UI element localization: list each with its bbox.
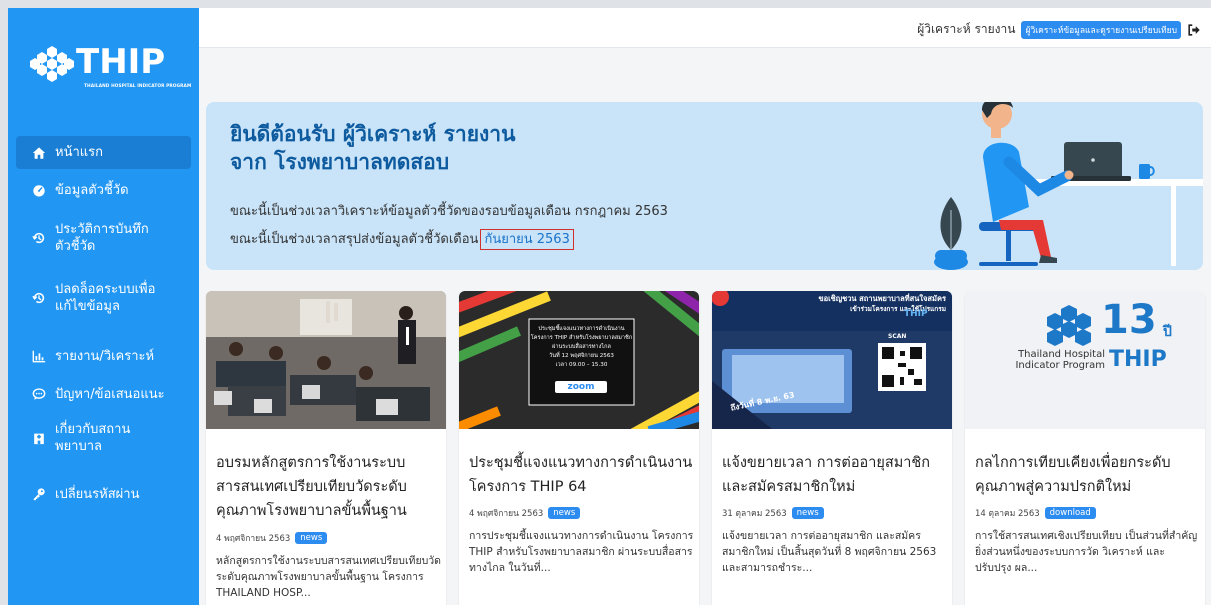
news-excerpt: แจ้งขยายเวลา การต่ออายุสมาชิก และสมัครสม…	[722, 530, 937, 574]
news-date: 14 ตุลาคม 2563	[975, 509, 1040, 519]
sidebar-item-label: รายงาน/วิเคราะห์	[55, 348, 155, 364]
announcement-line: วันที่ 12 พฤศจิกายน 2563	[549, 353, 614, 359]
sidebar-item-about-hospital[interactable]: เกี่ยวกับสถาน พยาบาล	[16, 420, 191, 456]
news-date: 4 พฤศจิกายน 2563	[469, 509, 544, 519]
user-name[interactable]: ผู้วิเคราะห์ รายงาน	[917, 20, 1015, 39]
hospital-icon	[32, 431, 46, 445]
poster-brand: THIP	[904, 309, 928, 319]
welcome-title-line2: จาก โรงพยาบาลทดสอบ	[230, 150, 450, 174]
news-tag: news	[295, 532, 328, 544]
person-at-laptop-illustration	[934, 102, 1203, 270]
news-card[interactable]: อบรมหลักสูตรการใช้งานระบบสารสนเทศเปรียบเ…	[206, 291, 446, 605]
comment-icon	[32, 387, 46, 401]
sidebar-item-indicators[interactable]: ข้อมูลตัวชี้วัด	[16, 175, 191, 205]
news-card[interactable]: 13 ปี Thailand Hospital Indicator Progra…	[965, 291, 1205, 605]
key-icon	[32, 487, 46, 501]
logo-text: THIP	[76, 42, 166, 82]
sidebar-item-history[interactable]: ประวัติการบันทึก ตัวชี้วัด	[16, 220, 191, 256]
sidebar-item-label: เกี่ยวกับสถาน พยาบาล	[55, 422, 131, 454]
zoom-logo: zoom	[567, 382, 595, 392]
poster-scan-label: SCAN	[888, 333, 907, 340]
sidebar-item-label: หน้าแรก	[55, 145, 103, 160]
news-excerpt: การใช้สารสนเทศเชิงเปรียบเทียบ เป็นส่วนที…	[975, 530, 1198, 574]
top-bar: ผู้วิเคราะห์ รายงาน ผู้วิเคราะห์ข้อมูลแล…	[199, 8, 1211, 48]
chart-icon	[32, 349, 46, 363]
role-badge: ผู้วิเคราะห์ข้อมูลและดูรายงานเปรียบเทียบ	[1021, 20, 1181, 39]
news-title[interactable]: กลไกการเทียบเคียงเพื่อยกระดับคุณภาพสู่คว…	[975, 451, 1199, 499]
news-date: 4 พฤศจิกายน 2563	[216, 534, 291, 544]
logout-icon[interactable]	[1187, 23, 1201, 37]
news-meta: 4 พฤศจิกายน 2563 news	[469, 506, 581, 520]
logo-subtitle: THAILAND HOSPITAL INDICATOR PROGRAM	[84, 84, 192, 89]
sidebar-item-label: ประวัติการบันทึก ตัวชี้วัด	[55, 222, 149, 254]
announcement-line: เวลา 09.00 – 15.30	[555, 362, 608, 368]
sidebar-item-label: ปลดล็อคระบบเพื่อ แก้ไขข้อมูล	[55, 282, 156, 314]
home-icon	[32, 146, 46, 160]
hexagon-logo-icon	[30, 46, 74, 82]
dashboard-icon	[32, 183, 46, 197]
news-card[interactable]: ประชุมชี้แจงแนวทางการดำเนินงาน โครงการ T…	[459, 291, 699, 605]
history-icon	[32, 291, 46, 305]
sidebar-item-unlock[interactable]: ปลดล็อคระบบเพื่อ แก้ไขข้อมูล	[16, 280, 191, 316]
sidebar-item-label: ข้อมูลตัวชี้วัด	[55, 182, 129, 198]
user-area: ผู้วิเคราะห์ รายงาน ผู้วิเคราะห์ข้อมูลแล…	[917, 20, 1201, 39]
news-title[interactable]: อบรมหลักสูตรการใช้งานระบบสารสนเทศเปรียบเ…	[216, 451, 440, 523]
poster-line: ขอเชิญชวน สถานพยาบาลที่สนใจสมัคร	[818, 294, 946, 303]
news-tag: download	[1044, 507, 1096, 519]
news-meta: 14 ตุลาคม 2563 download	[975, 506, 1096, 520]
announcement-line: โครงการ THIP สำหรับโรงพยาบาลสมาชิก	[530, 335, 633, 341]
announcement-text: ประชุมชี้แจงแนวทางการดำเนินงาน โครงการ T…	[529, 325, 634, 370]
main-content: ยินดีต้อนรับ ผู้วิเคราะห์ รายงาน จาก โรง…	[199, 48, 1211, 605]
submission-month-highlight: กันยายน 2563	[480, 229, 574, 250]
training-photo	[206, 291, 446, 429]
news-tag: news	[791, 507, 824, 519]
submission-period-prefix: ขณะนี้เป็นช่วงเวลาสรุปส่งข้อมูลตัวชี้วัด…	[230, 232, 479, 247]
thip-logo[interactable]: THIP THAILAND HOSPITAL INDICATOR PROGRAM	[30, 40, 192, 100]
analysis-period-text: ขณะนี้เป็นช่วงเวลาวิเคราะห์ข้อมูลตัวชี้ว…	[230, 204, 668, 219]
news-tag: news	[548, 507, 581, 519]
banner-program-name: Thailand Hospital Indicator Program	[1005, 349, 1105, 371]
submission-period-text: ขณะนี้เป็นช่วงเวลาสรุปส่งข้อมูลตัวชี้วัด…	[230, 228, 574, 250]
news-title[interactable]: ประชุมชี้แจงแนวทางการดำเนินงาน โครงการ T…	[469, 451, 693, 499]
banner-line: Indicator Program	[1015, 360, 1105, 371]
news-excerpt: การประชุมชี้แจงแนวทางการดำเนินงาน โครงกา…	[469, 530, 694, 574]
news-excerpt: หลักสูตรการใช้งานระบบสารสนเทศเปรียบเทียบ…	[216, 555, 441, 599]
welcome-banner: ยินดีต้อนรับ ผู้วิเคราะห์ รายงาน จาก โรง…	[206, 102, 1203, 270]
news-date: 31 ตุลาคม 2563	[722, 509, 787, 519]
news-cards: อบรมหลักสูตรการใช้งานระบบสารสนเทศเปรียบเ…	[206, 291, 1206, 605]
news-title[interactable]: แจ้งขยายเวลา การต่ออายุสมาชิก และสมัครสม…	[722, 451, 946, 499]
sidebar: THIP THAILAND HOSPITAL INDICATOR PROGRAM…	[8, 8, 199, 605]
welcome-title: ยินดีต้อนรับ ผู้วิเคราะห์ รายงาน จาก โรง…	[230, 120, 515, 176]
sidebar-item-label: ปัญหา/ข้อเสนอแนะ	[55, 386, 165, 402]
anniversary-suffix: ปี	[1163, 324, 1172, 340]
anniversary-number: 13	[1101, 297, 1157, 343]
announcement-line: ประชุมชี้แจงแนวทางการดำเนินงาน	[538, 326, 625, 332]
sidebar-item-feedback[interactable]: ปัญหา/ข้อเสนอแนะ	[16, 380, 191, 408]
announcement-line: ผ่านระบบสื่อสารทางไกล	[552, 344, 611, 350]
banner-line: Thailand Hospital	[1018, 349, 1105, 360]
news-card[interactable]: ขอเชิญชวน สถานพยาบาลที่สนใจสมัคร เข้าร่ว…	[712, 291, 952, 605]
news-meta: 4 พฤศจิกายน 2563 news	[216, 531, 328, 545]
welcome-title-line1: ยินดีต้อนรับ ผู้วิเคราะห์ รายงาน	[230, 122, 516, 146]
banner-brand: THIP	[1109, 347, 1167, 372]
news-meta: 31 ตุลาคม 2563 news	[722, 506, 824, 520]
history-icon	[32, 231, 46, 245]
sidebar-item-change-password[interactable]: เปลี่ยนรหัสผ่าน	[16, 480, 191, 508]
sidebar-item-home[interactable]: หน้าแรก	[16, 136, 191, 169]
sidebar-item-reports[interactable]: รายงาน/วิเคราะห์	[16, 342, 191, 370]
sidebar-item-label: เปลี่ยนรหัสผ่าน	[55, 486, 140, 502]
